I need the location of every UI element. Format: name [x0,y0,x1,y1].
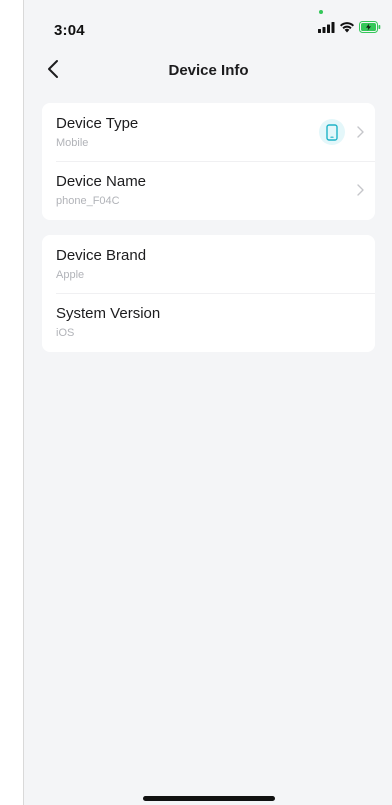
chevron-right-icon [355,183,365,197]
device-name-label: Device Name [56,173,147,190]
app-screen: 3:04 Device Info Device Type Mobile Devi… [23,0,392,805]
status-icons [318,20,381,38]
signal-icon [318,20,335,38]
system-version-label: System Version [56,305,161,322]
device-type-row[interactable]: Device Type Mobile [42,103,375,161]
home-indicator[interactable] [143,796,275,801]
wifi-icon [339,20,355,38]
page-title: Device Info [168,62,249,79]
device-name-row[interactable]: Device Name phone_F04C [42,161,375,219]
device-type-label: Device Type [56,115,139,132]
chevron-right-icon [355,125,365,139]
system-version-row: System Version iOS [42,293,375,351]
nav-bar: Device Info [24,52,392,90]
device-name-value: phone_F04C [56,195,120,207]
device-info-card: Device Type Mobile Device Name phone_F04… [42,103,375,220]
device-brand-row: Device Brand Apple [42,235,375,293]
device-type-value: Mobile [56,137,89,149]
device-brand-label: Device Brand [56,247,147,264]
device-brand-value: Apple [56,269,85,281]
privacy-indicator-dot [319,10,323,14]
system-version-value: iOS [56,327,75,339]
status-bar: 3:04 [24,0,392,48]
system-info-card: Device Brand Apple System Version iOS [42,235,375,352]
mobile-phone-icon [319,119,345,145]
status-time: 3:04 [54,22,85,39]
battery-charging-icon [359,20,381,38]
